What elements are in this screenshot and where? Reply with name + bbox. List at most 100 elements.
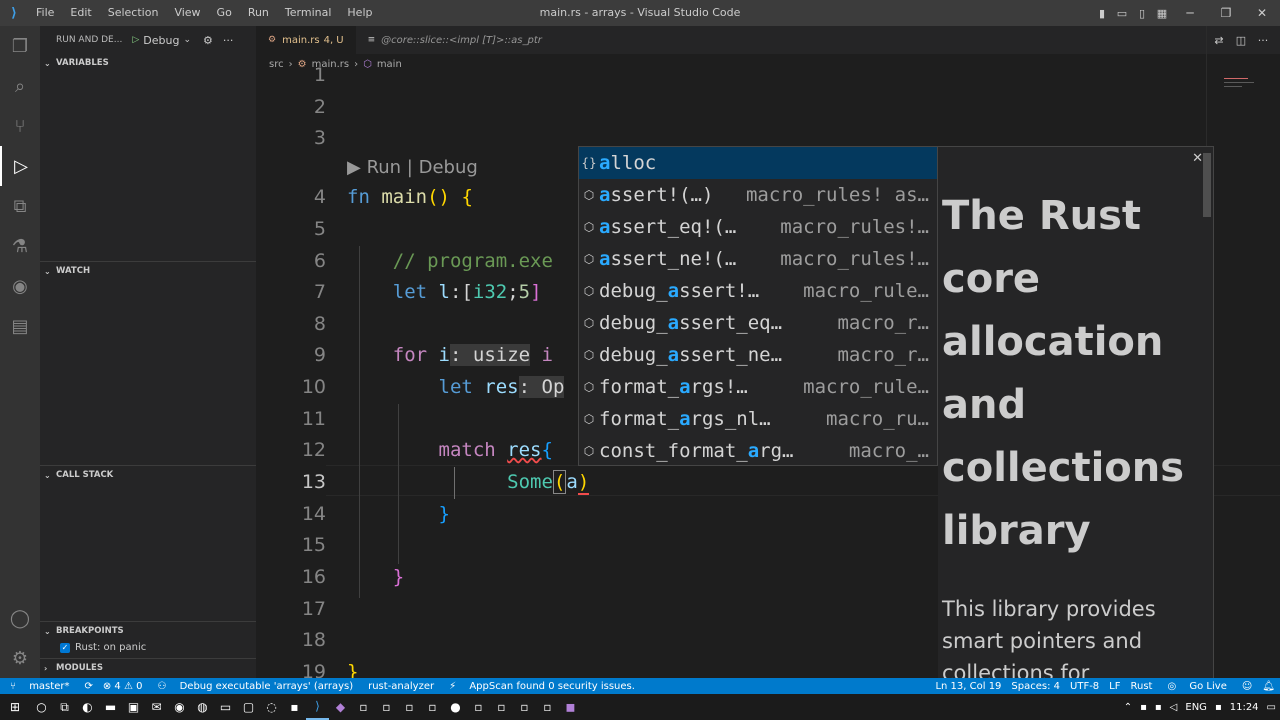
menu-edit[interactable]: Edit <box>62 0 99 26</box>
debug-status[interactable]: ⚇ Debug executable 'arrays' (arrays) <box>147 681 363 692</box>
notifications-icon[interactable]: 🔔︎ <box>1257 681 1280 692</box>
close-icon[interactable]: ✕ <box>1192 151 1203 166</box>
minimize-icon[interactable]: ─ <box>1172 0 1208 26</box>
indentation[interactable]: Spaces: 4 <box>1006 681 1065 692</box>
chrome-icon[interactable]: ◉ <box>168 694 191 720</box>
toggle-primary-sidebar-icon[interactable]: ▮ <box>1092 0 1112 26</box>
customize-layout-icon[interactable]: ▦ <box>1152 0 1172 26</box>
windows-start-icon[interactable]: ⊞ <box>0 694 30 720</box>
branch-status[interactable]: ⑂ master* <box>0 681 79 692</box>
action-center-icon[interactable]: ▭ <box>1263 702 1280 713</box>
breakpoint-checkbox[interactable]: ✓ <box>60 642 70 653</box>
cursor-position[interactable]: Ln 13, Col 19 <box>930 681 1006 692</box>
file-explorer-icon[interactable]: ▬ <box>99 694 122 720</box>
debug-config-select[interactable]: Debug <box>143 34 179 47</box>
tray-icon[interactable]: ▪ <box>1136 702 1151 713</box>
task-view-icon[interactable]: ⧉ <box>53 694 76 720</box>
store-icon[interactable]: ▣ <box>122 694 145 720</box>
edge-icon[interactable]: ◐ <box>76 694 99 720</box>
tray-chevron-up-icon[interactable]: ⌃ <box>1120 702 1136 713</box>
app-icon[interactable]: ▫ <box>375 694 398 720</box>
suggestion-item[interactable]: ⬡ format_args!… macro_rule… <box>579 371 937 403</box>
run-debug-icon[interactable]: ▷ <box>0 146 40 186</box>
explorer-icon[interactable]: ❐ <box>0 26 40 66</box>
search-icon[interactable]: ⌕ <box>0 66 40 106</box>
close-window-icon[interactable]: ✕ <box>1244 0 1280 26</box>
rust-analyzer-status[interactable]: rust-analyzer <box>363 681 439 692</box>
mail-icon[interactable]: ✉ <box>145 694 168 720</box>
app-icon[interactable]: ▫ <box>513 694 536 720</box>
minimap[interactable] <box>1224 86 1242 87</box>
app-icon[interactable]: ▫ <box>490 694 513 720</box>
go-live-button[interactable]: ◎ Go Live <box>1157 681 1236 692</box>
breadcrumb-main[interactable]: main <box>377 59 402 70</box>
app-icon[interactable]: ◌ <box>260 694 283 720</box>
watch-section-header[interactable]: ⌄ WATCH <box>40 262 256 280</box>
menu-go[interactable]: Go <box>209 0 240 26</box>
chevron-down-icon[interactable]: ⌄ <box>183 35 191 45</box>
suggestion-item[interactable]: ⬡ debug_assert_eq… macro_r… <box>579 307 937 339</box>
source-control-icon[interactable]: ⑂ <box>0 106 40 146</box>
terminal-icon[interactable]: ▪ <box>283 694 306 720</box>
menu-file[interactable]: File <box>28 0 62 26</box>
breakpoint-rust-on-panic[interactable]: ✓ Rust: on panic <box>60 642 146 653</box>
vscode-taskbar-icon[interactable]: ⟩ <box>306 694 329 720</box>
app-icon[interactable]: ▫ <box>398 694 421 720</box>
language-mode[interactable]: Rust <box>1126 681 1158 692</box>
menu-selection[interactable]: Selection <box>100 0 167 26</box>
manage-gear-icon[interactable]: ⚙ <box>0 638 40 678</box>
menu-run[interactable]: Run <box>240 0 277 26</box>
suggestion-item[interactable]: ⬡ assert!(…) macro_rules! as… <box>579 179 937 211</box>
restore-icon[interactable]: ❐ <box>1208 0 1244 26</box>
firefox-icon[interactable]: ◍ <box>191 694 214 720</box>
feedback-icon[interactable]: ☺ <box>1237 681 1257 692</box>
start-debugging-icon[interactable]: ▷ <box>132 35 139 45</box>
suggestion-item[interactable]: {} alloc <box>579 147 937 179</box>
account-icon[interactable]: ◯ <box>0 598 40 638</box>
network-icon[interactable]: ▪ <box>1151 702 1166 713</box>
tab-main-rs[interactable]: ⚙ main.rs 4, U <box>256 26 356 54</box>
gear-icon[interactable]: ⚙ <box>203 34 213 47</box>
app-icon[interactable]: ▭ <box>214 694 237 720</box>
suggestion-item[interactable]: ⬡ debug_assert!… macro_rule… <box>579 275 937 307</box>
app-icon[interactable]: ▢ <box>237 694 260 720</box>
suggestion-item[interactable]: ⬡ assert_ne!(… macro_rules!… <box>579 243 937 275</box>
app-icon[interactable]: ▫ <box>536 694 559 720</box>
suggestion-item[interactable]: ⬡ debug_assert_ne… macro_r… <box>579 339 937 371</box>
breakpoints-section-header[interactable]: ⌄ BREAKPOINTS <box>40 622 256 640</box>
extensions-icon[interactable]: ⧉ <box>0 186 40 226</box>
app-icon[interactable]: ▫ <box>352 694 375 720</box>
toggle-panel-icon[interactable]: ▭ <box>1112 0 1132 26</box>
end-of-line[interactable]: LF <box>1104 681 1125 692</box>
split-editor-icon[interactable]: ◫ <box>1230 34 1252 47</box>
app-icon[interactable]: ▫ <box>467 694 490 720</box>
remote-explorer-icon[interactable]: ◉ <box>0 266 40 306</box>
clock[interactable]: 11:24 <box>1226 702 1263 713</box>
menu-terminal[interactable]: Terminal <box>277 0 340 26</box>
app-icon[interactable]: ▫ <box>421 694 444 720</box>
toggle-secondary-sidebar-icon[interactable]: ▯ <box>1132 0 1152 26</box>
testing-icon[interactable]: ⚗ <box>0 226 40 266</box>
app-icon[interactable]: ● <box>444 694 467 720</box>
visual-studio-icon[interactable]: ◆ <box>329 694 352 720</box>
notebook-icon[interactable]: ▤ <box>0 306 40 346</box>
sync-icon[interactable]: ⟳ <box>79 681 97 692</box>
details-scrollbar[interactable] <box>1203 153 1211 217</box>
menu-help[interactable]: Help <box>339 0 380 26</box>
volume-icon[interactable]: ◁ <box>1166 702 1182 713</box>
modules-section-header[interactable]: › MODULES <box>40 659 256 677</box>
onenote-icon[interactable]: ◼ <box>559 694 582 720</box>
minimap[interactable] <box>1224 78 1248 79</box>
more-actions-icon[interactable]: ··· <box>1252 34 1274 47</box>
call-stack-section-header[interactable]: ⌄ CALL STACK <box>40 466 256 484</box>
language-indicator[interactable]: ENG <box>1181 702 1211 713</box>
problems-status[interactable]: ⊗ 4 ⚠ 0 <box>98 681 148 692</box>
search-icon[interactable]: ○ <box>30 694 53 720</box>
tab-as-ptr[interactable]: ≡ @core::slice::<impl [T]>::as_ptr <box>356 26 554 54</box>
tray-icon[interactable]: ▪ <box>1211 702 1226 713</box>
run-debug-codelens[interactable]: ▶ Run | Debug <box>347 157 478 178</box>
suggestion-item[interactable]: ⬡ assert_eq!(… macro_rules!… <box>579 211 937 243</box>
appscan-status[interactable]: ⚡ AppScan found 0 security issues. <box>439 681 645 692</box>
suggestion-item[interactable]: ⬡ format_args_nl… macro_ru… <box>579 403 937 435</box>
more-actions-icon[interactable]: ··· <box>223 34 234 47</box>
